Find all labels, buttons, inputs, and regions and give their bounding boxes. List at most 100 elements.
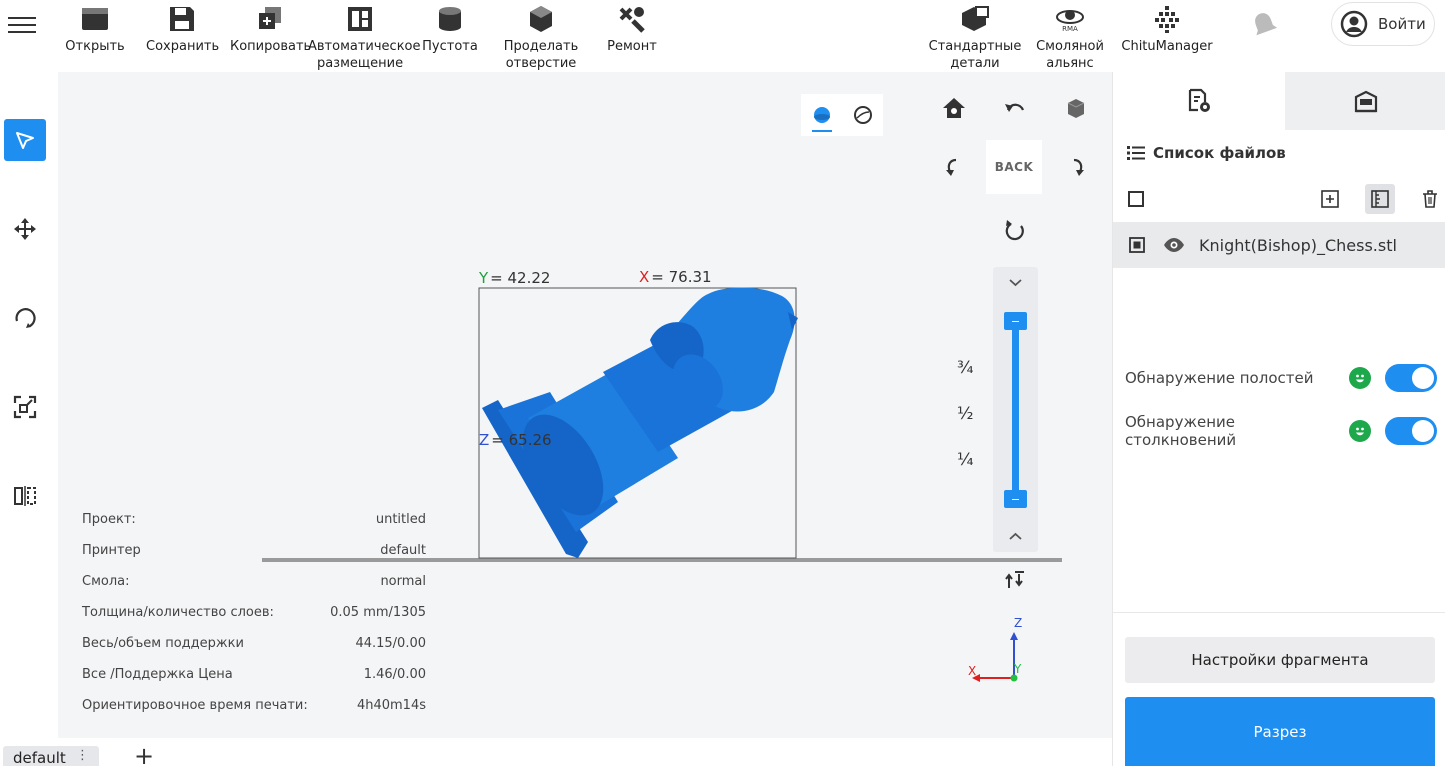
info-value: untitled bbox=[375, 512, 426, 527]
tab-printer-settings[interactable] bbox=[1285, 72, 1445, 130]
plate-tab-menu-icon[interactable]: ⋮ bbox=[76, 748, 89, 763]
slice-settings-button[interactable]: Настройки фрагмента bbox=[1125, 637, 1435, 683]
notification-bell-icon[interactable] bbox=[1250, 10, 1278, 42]
rma-text: RMA bbox=[1062, 25, 1078, 33]
auto-layout-label: Автоматическое размещение bbox=[308, 39, 421, 71]
file-settings-icon bbox=[1188, 88, 1210, 112]
info-value: 4h40m14s bbox=[356, 698, 426, 713]
info-label: Принтер bbox=[82, 543, 141, 558]
axis-gizmo bbox=[972, 632, 1018, 682]
info-label: Толщина/количество слоев: bbox=[82, 605, 274, 620]
scale-icon bbox=[13, 395, 37, 419]
smile-status-icon bbox=[1349, 367, 1371, 389]
punch-hole-button[interactable]: Проделать отверстие bbox=[500, 0, 582, 72]
z-dimension-value: = 65.26 bbox=[491, 431, 552, 449]
resin-alliance-button[interactable]: RMA Смоляной альянс bbox=[1034, 0, 1106, 72]
select-tool-button[interactable] bbox=[4, 119, 46, 161]
copy-button[interactable]: Копировать bbox=[230, 0, 312, 55]
info-value: 1.46/0.00 bbox=[363, 667, 426, 682]
right-panel: Список файлов Knight(Bishop)_Chess.stl О… bbox=[1112, 72, 1445, 766]
hamburger-menu-icon[interactable] bbox=[8, 12, 36, 36]
chess-knight-model[interactable] bbox=[482, 287, 798, 559]
rotate-icon bbox=[15, 308, 36, 328]
standard-parts-button[interactable]: Стандартные детали bbox=[928, 0, 1022, 72]
repair-button[interactable]: Ремонт bbox=[600, 0, 664, 55]
copy-icon bbox=[259, 7, 281, 29]
delete-file-button[interactable] bbox=[1415, 184, 1445, 214]
info-value: default bbox=[380, 543, 426, 558]
info-row-printer: Принтер default bbox=[82, 535, 426, 566]
info-label: Проект: bbox=[82, 512, 136, 527]
copy-label: Копировать bbox=[230, 39, 312, 54]
save-icon bbox=[170, 7, 194, 31]
tab-file-settings[interactable] bbox=[1113, 72, 1285, 130]
trash-icon bbox=[1423, 190, 1437, 208]
file-list-title: Список файлов bbox=[1153, 144, 1286, 162]
divider bbox=[1113, 612, 1445, 613]
cavity-detection-toggle[interactable] bbox=[1385, 364, 1437, 392]
plate-tab-default[interactable]: default ⋮ bbox=[3, 746, 99, 766]
chitumanager-icon bbox=[1155, 6, 1179, 33]
hollow-label: Пустота bbox=[422, 39, 478, 54]
file-name: Knight(Bishop)_Chess.stl bbox=[1199, 235, 1397, 255]
add-plate-button[interactable]: + bbox=[134, 744, 154, 766]
user-avatar-icon bbox=[1340, 10, 1368, 38]
info-label: Все /Поддержка Цена bbox=[82, 667, 233, 682]
info-value: 44.15/0.00 bbox=[355, 636, 426, 651]
ruler-icon bbox=[1371, 190, 1389, 208]
info-row-price: Все /Поддержка Цена 1.46/0.00 bbox=[82, 659, 426, 690]
file-row[interactable]: Knight(Bishop)_Chess.stl bbox=[1113, 222, 1445, 268]
cavity-detection-row: Обнаружение полостей bbox=[1125, 363, 1437, 393]
mirror-icon bbox=[14, 486, 36, 506]
z-dimension-label: Z = 65.26 bbox=[479, 431, 552, 449]
y-dimension-label: Y = 42.22 bbox=[479, 269, 550, 287]
info-row-print-time: Ориентировочное время печати: 4h40m14s bbox=[82, 690, 426, 721]
repair-label: Ремонт bbox=[607, 39, 657, 54]
gizmo-x-label: X bbox=[968, 664, 977, 678]
open-label: Открыть bbox=[65, 39, 125, 54]
select-all-checkbox[interactable] bbox=[1121, 184, 1151, 214]
info-row-layers: Толщина/количество слоев: 0.05 mm/1305 bbox=[82, 597, 426, 628]
chitumanager-label: ChituManager bbox=[1121, 39, 1213, 54]
chitumanager-button[interactable]: ChituManager bbox=[1120, 0, 1214, 55]
mirror-tool-button[interactable] bbox=[4, 475, 46, 517]
move-arrows-icon bbox=[14, 218, 36, 240]
y-dimension-value: = 42.22 bbox=[490, 269, 551, 287]
info-value: normal bbox=[380, 574, 426, 589]
measure-button[interactable] bbox=[1365, 184, 1395, 214]
collision-detection-label: Обнаружение столкновений bbox=[1125, 413, 1237, 449]
file-checkbox-checked-icon[interactable] bbox=[1129, 237, 1145, 253]
move-tool-button[interactable] bbox=[4, 208, 46, 250]
save-button[interactable]: Сохранить bbox=[146, 0, 220, 55]
x-dimension-label: X = 76.31 bbox=[639, 268, 712, 286]
collision-detection-toggle[interactable] bbox=[1385, 417, 1437, 445]
login-button[interactable]: Войти bbox=[1331, 2, 1435, 46]
info-row-volume: Весь/объем поддержки 44.15/0.00 bbox=[82, 628, 426, 659]
eye-visibility-icon[interactable] bbox=[1163, 237, 1185, 253]
left-tool-sidebar bbox=[0, 72, 58, 766]
resin-alliance-label: Смоляной альянс bbox=[1036, 39, 1104, 71]
repair-icon bbox=[619, 7, 645, 33]
add-file-button[interactable] bbox=[1315, 184, 1345, 214]
file-list-header: Список файлов bbox=[1127, 144, 1286, 162]
gizmo-z-label: Z bbox=[1014, 616, 1023, 630]
x-dimension-value: = 76.31 bbox=[651, 268, 712, 286]
standard-parts-icon bbox=[962, 6, 989, 31]
info-label: Весь/объем поддержки bbox=[82, 636, 244, 651]
auto-layout-icon bbox=[348, 7, 372, 31]
slice-button[interactable]: Разрез bbox=[1125, 697, 1435, 766]
bottom-plate-tabs: default ⋮ + bbox=[0, 738, 1112, 766]
printer-icon bbox=[1354, 90, 1377, 113]
list-icon bbox=[1127, 146, 1145, 160]
3d-viewport[interactable]: BACK ¾ ½ ¼ Y = 42.22 X = 76.31 Z = 65.26… bbox=[58, 72, 1112, 738]
open-button[interactable]: Открыть bbox=[62, 0, 128, 55]
cavity-detection-label: Обнаружение полостей bbox=[1125, 369, 1314, 387]
auto-layout-button[interactable]: Автоматическое размещение bbox=[308, 0, 421, 72]
rotate-tool-button[interactable] bbox=[4, 297, 46, 339]
login-label: Войти bbox=[1378, 15, 1426, 33]
scale-tool-button[interactable] bbox=[4, 386, 46, 428]
save-label: Сохранить bbox=[146, 39, 220, 54]
hollow-button[interactable]: Пустота bbox=[418, 0, 482, 55]
gizmo-y-label: Y bbox=[1014, 662, 1022, 676]
info-label: Смола: bbox=[82, 574, 130, 589]
